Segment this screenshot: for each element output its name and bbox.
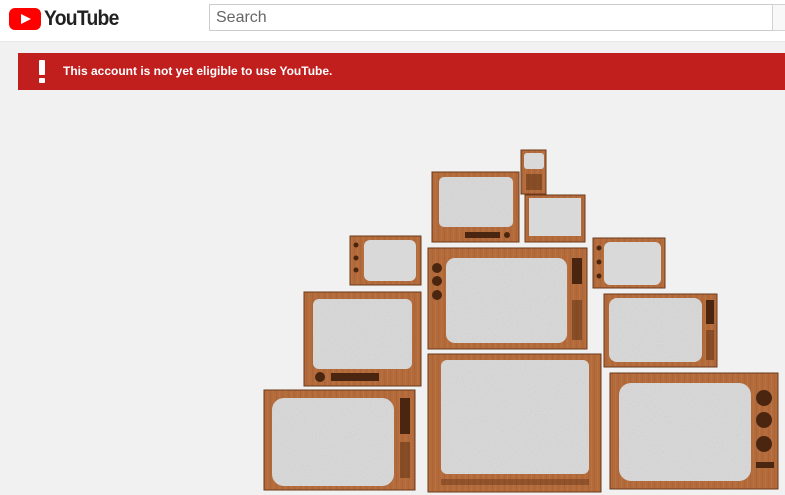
tv-set: [592, 237, 666, 289]
tv-set: [349, 235, 422, 286]
tv-set: [520, 149, 547, 195]
broken-tvs-illustration: [263, 149, 779, 493]
tv-set: [524, 194, 586, 243]
